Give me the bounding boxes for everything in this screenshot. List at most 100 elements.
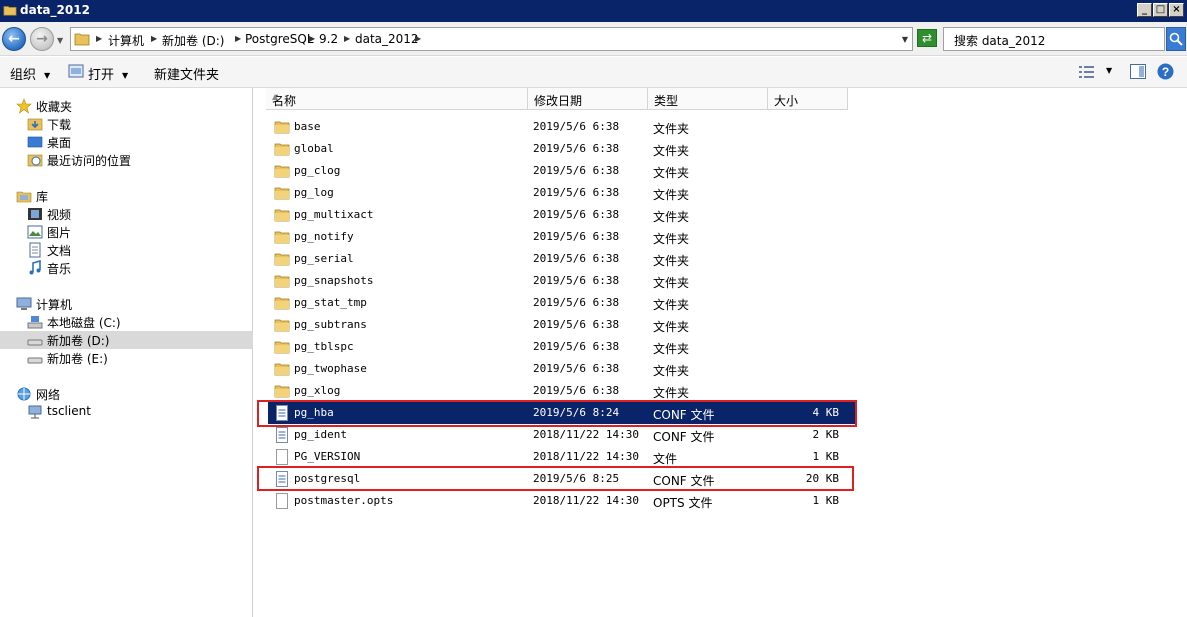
file-type: 文件夹 [653, 166, 690, 180]
table-row[interactable]: global 2019/5/6 6:38 文件夹 [254, 138, 1187, 160]
folder-icon [274, 121, 290, 134]
red-highlight-box [257, 400, 857, 427]
column-header-type[interactable]: 类型 [648, 88, 768, 110]
open-button[interactable]: 打开 ▼ [88, 64, 128, 83]
table-row[interactable]: pg_xlog 2019/5/6 6:38 文件夹 [254, 380, 1187, 402]
network-share-icon [28, 405, 42, 419]
file-date: 2019/5/6 6:38 [533, 318, 620, 331]
folder-icon [274, 385, 290, 398]
nav-item-label: 下载 [47, 118, 72, 132]
table-row[interactable]: pg_clog 2019/5/6 6:38 文件夹 [254, 160, 1187, 182]
new-folder-button[interactable]: 新建文件夹 [154, 64, 219, 83]
view-dropdown-icon[interactable]: ▼ [1106, 66, 1112, 75]
breadcrumb-computer[interactable]: 计算机 [108, 32, 144, 49]
file-type: 文件 [653, 452, 678, 466]
nav-network-label: 网络 [36, 388, 61, 402]
folder-icon [274, 275, 290, 288]
file-date: 2019/5/6 6:38 [533, 186, 620, 199]
search-placeholder: 搜索 data_2012 [954, 34, 1046, 48]
table-row[interactable]: pg_serial 2019/5/6 6:38 文件夹 [254, 248, 1187, 270]
preview-pane-icon[interactable] [1130, 64, 1146, 79]
file-type: 文件夹 [653, 342, 690, 356]
file-date: 2019/5/6 6:38 [533, 120, 620, 133]
search-input[interactable]: 搜索 data_2012 [943, 27, 1165, 51]
video-icon [28, 208, 42, 220]
file-name: pg_clog [294, 164, 341, 177]
nav-item-label: tsclient [47, 404, 91, 418]
refresh-button[interactable]: ⇄ [917, 29, 937, 47]
breadcrumb-version[interactable]: 9.2 [319, 32, 338, 46]
file-size: 2 KB [812, 428, 840, 441]
desktop-icon [27, 136, 43, 148]
file-name: postmaster.opts [294, 494, 394, 507]
breadcrumb-postgresql[interactable]: PostgreSQL [245, 32, 314, 46]
drive-icon [27, 339, 43, 346]
back-button[interactable]: ← [2, 27, 26, 51]
column-header-name[interactable]: 名称 ▲ [266, 88, 528, 110]
table-row[interactable]: pg_multixact 2019/5/6 6:38 文件夹 [254, 204, 1187, 226]
nav-item-label: 新加卷 (D:) [47, 334, 110, 348]
file-name: pg_multixact [294, 208, 374, 221]
table-row[interactable]: pg_subtrans 2019/5/6 6:38 文件夹 [254, 314, 1187, 336]
arrow-right-icon: → [36, 31, 48, 47]
maximize-button[interactable]: □ [1153, 3, 1168, 17]
column-header-label: 大小 [774, 94, 799, 108]
arrow-left-icon: ← [8, 31, 20, 47]
table-row[interactable]: base 2019/5/6 6:38 文件夹 [254, 116, 1187, 138]
file-type: CONF 文件 [653, 430, 715, 444]
file-date: 2019/5/6 6:38 [533, 362, 620, 375]
folder-icon [274, 319, 290, 332]
organize-label: 组织 [10, 68, 37, 83]
folder-icon [274, 341, 290, 354]
address-dropdown-icon[interactable]: ▼ [902, 35, 908, 44]
breadcrumb-current[interactable]: data_2012 [355, 32, 419, 46]
folder-icon [274, 297, 290, 310]
help-icon[interactable]: ? [1157, 63, 1174, 80]
minimize-button[interactable]: _ [1137, 3, 1152, 17]
picture-icon [27, 225, 43, 239]
file-name: PG_VERSION [294, 450, 361, 463]
column-header-size[interactable]: 大小 [768, 88, 848, 110]
close-button[interactable]: × [1169, 3, 1184, 17]
nav-favorites-label: 收藏夹 [36, 100, 73, 114]
file-type: 文件夹 [653, 210, 690, 224]
view-options-icon[interactable] [1079, 66, 1095, 78]
table-row[interactable]: pg_stat_tmp 2019/5/6 6:38 文件夹 [254, 292, 1187, 314]
breadcrumb-drive[interactable]: 新加卷 (D:) [162, 32, 224, 49]
breadcrumb-separator-icon: ▶ [309, 34, 316, 43]
table-row[interactable]: pg_twophase 2019/5/6 6:38 文件夹 [254, 358, 1187, 380]
recent-pages-dropdown[interactable]: ▼ [57, 36, 63, 45]
column-header-date[interactable]: 修改日期 [528, 88, 648, 110]
table-row[interactable]: pg_log 2019/5/6 6:38 文件夹 [254, 182, 1187, 204]
downloads-folder-icon [27, 118, 43, 131]
nav-computer-label: 计算机 [36, 298, 73, 312]
file-date: 2019/5/6 6:38 [533, 384, 620, 397]
table-row[interactable]: pg_notify 2019/5/6 6:38 文件夹 [254, 226, 1187, 248]
computer-icon [16, 297, 32, 310]
file-type: 文件夹 [653, 364, 690, 378]
address-input[interactable]: ▶ 计算机 ▶ 新加卷 (D:) ▶ PostgreSQL ▶ 9.2 ▶ da… [70, 27, 913, 51]
organize-menu[interactable]: 组织 ▼ [10, 64, 50, 83]
forward-button[interactable]: → [30, 27, 54, 51]
file-list: 名称 ▲ 修改日期 类型 大小 base 2019/5/6 6:38 文件夹 glob… [254, 88, 1187, 617]
file-name: pg_twophase [294, 362, 367, 375]
star-icon [16, 98, 32, 114]
file-date: 2018/11/22 14:30 [533, 450, 639, 463]
table-row[interactable]: pg_tblspc 2019/5/6 6:38 文件夹 [254, 336, 1187, 358]
file-name: pg_notify [294, 230, 354, 243]
table-row[interactable]: postmaster.opts 2018/11/22 14:30 OPTS 文件 1 … [254, 490, 1187, 512]
folder-icon [274, 253, 290, 266]
file-date: 2019/5/6 6:38 [533, 208, 620, 221]
nav-item-label: 音乐 [47, 262, 72, 276]
search-button[interactable] [1166, 27, 1186, 51]
search-icon [1169, 32, 1183, 46]
file-date: 2019/5/6 6:38 [533, 164, 620, 177]
table-row[interactable]: PG_VERSION 2018/11/22 14:30 文件 1 KB [254, 446, 1187, 468]
file-type: 文件夹 [653, 122, 690, 136]
table-row[interactable]: pg_snapshots 2019/5/6 6:38 文件夹 [254, 270, 1187, 292]
nav-item-label: 文档 [47, 244, 72, 258]
table-row[interactable]: pg_ident 2018/11/22 14:30 CONF 文件 2 KB [254, 424, 1187, 446]
system-drive-icon [27, 316, 43, 329]
library-icon [16, 191, 32, 203]
nav-item-label: 图片 [47, 226, 72, 240]
